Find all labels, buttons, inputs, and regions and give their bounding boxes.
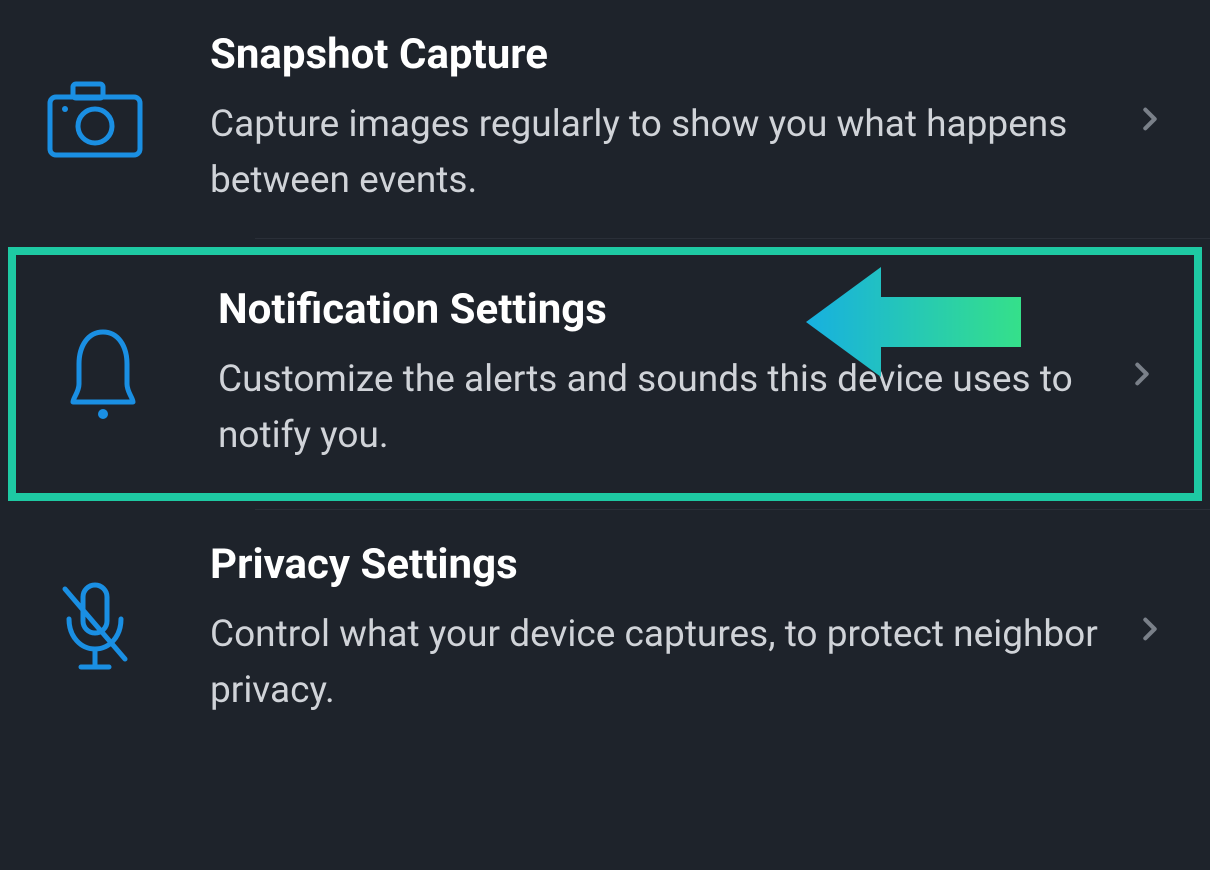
chevron-right-icon <box>1130 105 1170 133</box>
chevron-right-icon <box>1122 360 1162 388</box>
item-title: Privacy Settings <box>210 540 1110 589</box>
settings-list: Snapshot Capture Capture images regularl… <box>0 0 1210 748</box>
item-title: Notification Settings <box>218 285 1102 334</box>
chevron-right-icon <box>1130 615 1170 643</box>
camera-icon <box>40 64 150 174</box>
item-title: Snapshot Capture <box>210 30 1110 79</box>
mic-off-icon <box>40 574 150 684</box>
text-container: Privacy Settings Control what your devic… <box>210 540 1110 718</box>
divider <box>255 238 1210 239</box>
text-container: Notification Settings Customize the aler… <box>218 285 1102 463</box>
settings-item-snapshot-capture[interactable]: Snapshot Capture Capture images regularl… <box>0 0 1210 238</box>
bell-icon <box>48 319 158 429</box>
item-description: Control what your device captures, to pr… <box>210 607 1110 718</box>
item-description: Customize the alerts and sounds this dev… <box>218 352 1102 463</box>
settings-item-notification-settings[interactable]: Notification Settings Customize the aler… <box>8 247 1202 501</box>
text-container: Snapshot Capture Capture images regularl… <box>210 30 1110 208</box>
settings-item-privacy-settings[interactable]: Privacy Settings Control what your devic… <box>0 510 1210 748</box>
item-description: Capture images regularly to show you wha… <box>210 97 1110 208</box>
